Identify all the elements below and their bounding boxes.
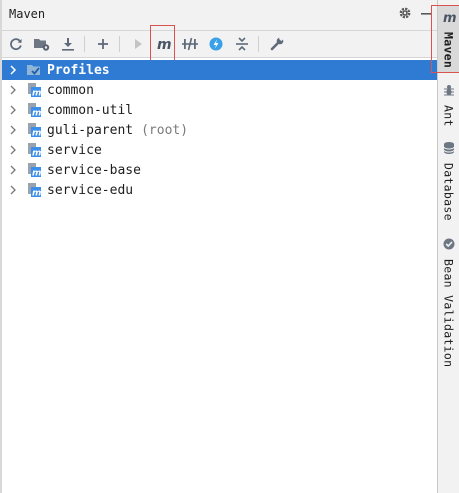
maven-module-icon: m	[26, 82, 42, 98]
collapse-all-icon[interactable]	[230, 33, 254, 55]
tree-node-label: service-base	[47, 162, 141, 178]
tree-node-module[interactable]: m common	[2, 80, 437, 100]
chevron-right-icon[interactable]	[6, 105, 20, 115]
profiles-folder-icon	[26, 62, 42, 78]
tree-node-module[interactable]: m service	[2, 140, 437, 160]
run-icon[interactable]	[126, 33, 150, 55]
skip-tests-icon[interactable]	[204, 33, 228, 55]
maven-goal-icon[interactable]: m	[152, 33, 176, 55]
chevron-right-icon[interactable]	[6, 125, 20, 135]
folder-generate-icon[interactable]	[30, 33, 54, 55]
tree-node-label: service-edu	[47, 182, 134, 198]
side-tab-database[interactable]: Database	[438, 140, 459, 221]
reload-icon[interactable]	[4, 33, 28, 55]
chevron-right-icon[interactable]	[6, 85, 20, 95]
tree-node-module[interactable]: m service-base	[2, 160, 437, 180]
root-suffix-label: (root)	[141, 122, 189, 138]
maven-module-icon: m	[26, 122, 42, 138]
maven-module-icon: m	[26, 182, 42, 198]
gear-icon[interactable]	[397, 5, 413, 25]
maven-projects-tree: Profiles m common m common-util m guli-p…	[2, 60, 437, 200]
chevron-right-icon[interactable]	[6, 145, 20, 155]
tree-node-label: common-util	[47, 102, 134, 118]
tree-node-label: common	[47, 82, 94, 98]
chevron-right-icon[interactable]	[6, 65, 20, 75]
maven-module-icon: m	[26, 102, 42, 118]
toolbar-separator	[84, 36, 85, 52]
tree-node-module[interactable]: m guli-parent (root)	[2, 120, 437, 140]
add-icon[interactable]	[91, 33, 115, 55]
side-tab-label: Bean Validation	[441, 259, 456, 368]
tree-node-module[interactable]: m service-edu	[2, 180, 437, 200]
maven-module-icon: m	[26, 162, 42, 178]
chevron-right-icon[interactable]	[6, 185, 20, 195]
toolbar-separator	[119, 36, 120, 52]
side-tab-ant[interactable]: Ant	[438, 82, 459, 127]
tool-window-title: Maven	[9, 7, 46, 21]
toggle-offline-icon[interactable]	[178, 33, 202, 55]
svg-text:m: m	[32, 149, 41, 159]
annotation-highlight-box	[431, 5, 459, 73]
database-icon	[442, 140, 456, 159]
tree-node-module[interactable]: m common-util	[2, 100, 437, 120]
side-tab-bean-validation[interactable]: Bean Validation	[438, 236, 459, 367]
side-tab-label: Ant	[441, 105, 456, 127]
header-actions	[397, 5, 433, 25]
tree-node-profiles[interactable]: Profiles	[2, 60, 437, 80]
maven-toolbar: m	[2, 31, 437, 58]
download-icon[interactable]	[56, 33, 80, 55]
maven-module-icon: m	[26, 142, 42, 158]
chevron-right-icon[interactable]	[6, 165, 20, 175]
tool-window-header: Maven	[2, 0, 437, 31]
tree-node-label: guli-parent	[47, 122, 134, 138]
tree-node-label: service	[47, 142, 102, 158]
ant-icon	[442, 82, 456, 101]
svg-text:m: m	[32, 109, 41, 119]
side-tab-label: Database	[441, 163, 456, 221]
maven-tool-window: Maven m Profiles m common m common-util …	[0, 0, 438, 493]
svg-text:m: m	[32, 169, 41, 179]
svg-text:m: m	[32, 89, 41, 99]
bean-validation-icon	[442, 236, 456, 255]
settings-wrench-icon[interactable]	[265, 33, 289, 55]
svg-text:m: m	[32, 129, 41, 139]
tree-node-label: Profiles	[47, 62, 110, 78]
right-tool-strip: m Maven Ant Database Bean Validation	[431, 0, 459, 493]
svg-text:m: m	[157, 37, 172, 52]
toolbar-separator	[258, 36, 259, 52]
svg-text:m: m	[32, 189, 41, 199]
